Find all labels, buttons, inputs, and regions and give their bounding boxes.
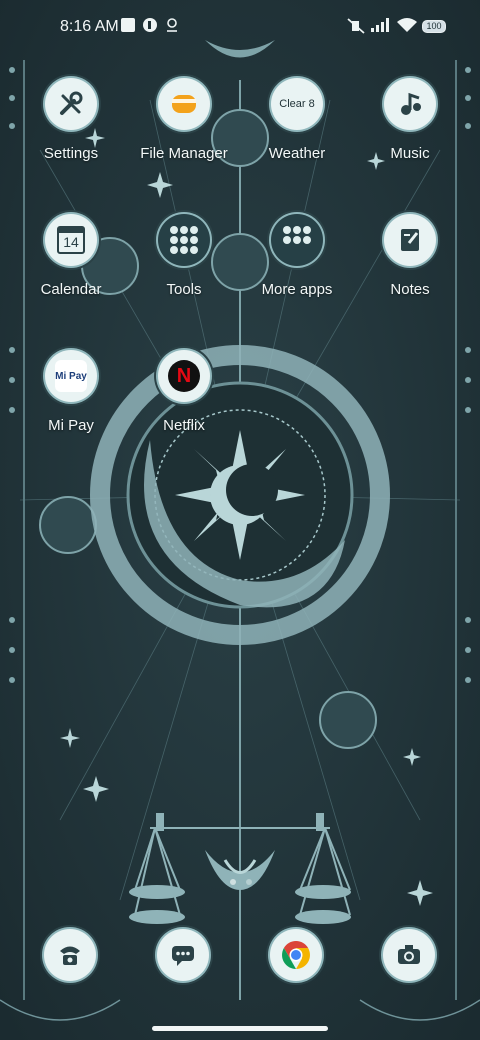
app-label: Weather bbox=[268, 145, 326, 162]
app-label: Netflix bbox=[163, 417, 205, 434]
dock-messages[interactable] bbox=[157, 929, 213, 985]
page-dot bbox=[246, 879, 252, 885]
app-label: Music bbox=[390, 145, 430, 162]
camera-icon bbox=[383, 929, 435, 981]
battery-icon: 100 bbox=[422, 20, 446, 33]
app-notes[interactable]: Notes bbox=[355, 214, 465, 298]
app-label: File Manager bbox=[140, 145, 228, 162]
page-indicator[interactable] bbox=[222, 876, 258, 888]
notepad-icon bbox=[384, 214, 436, 266]
signal-icon bbox=[371, 18, 389, 32]
phone-icon bbox=[44, 929, 96, 981]
status-time: 8:16 AM bbox=[60, 18, 119, 35]
calendar-day: 14 bbox=[63, 234, 79, 250]
chrome-icon bbox=[270, 929, 322, 981]
app-netflix[interactable]: N Netflix bbox=[129, 350, 239, 434]
folder-tools[interactable]: Tools bbox=[129, 214, 239, 298]
folder-more-apps[interactable]: More apps bbox=[242, 214, 352, 298]
folder-grid-icon bbox=[158, 214, 210, 266]
app-label: Tools bbox=[166, 281, 202, 298]
mute-icon bbox=[347, 18, 365, 34]
mi-pay-badge: Mi Pay bbox=[55, 370, 87, 382]
netflix-badge: N bbox=[176, 364, 192, 387]
dock-camera[interactable] bbox=[383, 929, 439, 985]
home-gesture-bar[interactable] bbox=[152, 1026, 328, 1031]
message-icon bbox=[157, 929, 209, 981]
app-settings[interactable]: Settings bbox=[16, 78, 126, 162]
calendar-icon: 14 bbox=[45, 214, 97, 266]
notification-square-icon bbox=[121, 18, 135, 32]
folder-grid-icon bbox=[271, 214, 323, 266]
app-label: Calendar bbox=[40, 281, 102, 298]
app-label: Notes bbox=[390, 281, 430, 298]
app-label: Mi Pay bbox=[48, 417, 94, 434]
page-dot-active bbox=[230, 879, 236, 885]
app-label: Settings bbox=[43, 145, 99, 162]
app-mi-pay[interactable]: Mi Pay Mi Pay bbox=[16, 350, 126, 434]
app-calendar[interactable]: 14 Calendar bbox=[16, 214, 126, 298]
location-icon bbox=[167, 18, 177, 32]
weather-badge: Clear 8 bbox=[279, 98, 315, 110]
app-notification-icon bbox=[143, 18, 157, 32]
app-file-manager[interactable]: File Manager bbox=[129, 78, 239, 162]
mi-pay-icon: Mi Pay bbox=[45, 350, 97, 402]
netflix-icon: N bbox=[158, 350, 210, 402]
dock-phone[interactable] bbox=[44, 929, 100, 985]
wrench-screwdriver-icon bbox=[45, 78, 97, 130]
app-music[interactable]: Music bbox=[355, 78, 465, 162]
status-bar: 8:16 AM 100 bbox=[0, 0, 480, 56]
cloud-icon: Clear 8 bbox=[271, 78, 323, 130]
folder-icon bbox=[158, 78, 210, 130]
app-label: More apps bbox=[261, 281, 333, 298]
wifi-icon bbox=[397, 18, 417, 32]
music-note-icon bbox=[384, 78, 436, 130]
dock-chrome[interactable] bbox=[270, 929, 326, 985]
app-weather[interactable]: Clear 8 Weather bbox=[242, 78, 352, 162]
